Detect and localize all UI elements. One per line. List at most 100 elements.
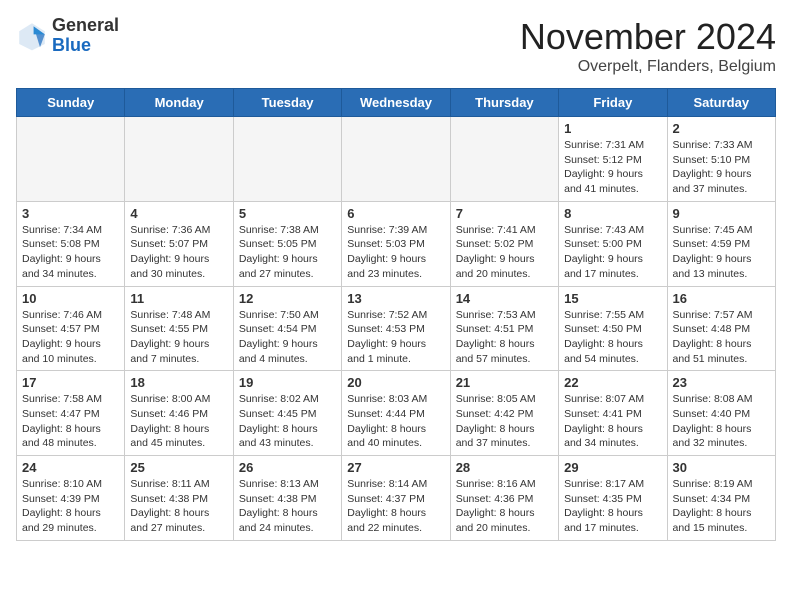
- weekday-header: Sunday: [17, 89, 125, 117]
- day-info: Sunrise: 7:38 AM Sunset: 5:05 PM Dayligh…: [239, 223, 336, 282]
- day-number: 8: [564, 206, 661, 221]
- calendar-cell: 26 Sunrise: 8:13 AM Sunset: 4:38 PM Dayli…: [233, 456, 341, 541]
- calendar-cell: 19 Sunrise: 8:02 AM Sunset: 4:45 PM Dayli…: [233, 371, 341, 456]
- calendar-cell: [233, 117, 341, 202]
- day-number: 12: [239, 291, 336, 306]
- calendar-cell: 1 Sunrise: 7:31 AM Sunset: 5:12 PM Daylig…: [559, 117, 667, 202]
- day-number: 18: [130, 375, 227, 390]
- weekday-header: Monday: [125, 89, 233, 117]
- calendar-cell: 29 Sunrise: 8:17 AM Sunset: 4:35 PM Dayli…: [559, 456, 667, 541]
- calendar-cell: 2 Sunrise: 7:33 AM Sunset: 5:10 PM Daylig…: [667, 117, 775, 202]
- day-number: 26: [239, 460, 336, 475]
- calendar-cell: 3Sunrise: 7:34 AM Sunset: 5:08 PM Daylig…: [17, 201, 125, 286]
- calendar-cell: 4 Sunrise: 7:36 AM Sunset: 5:07 PM Daylig…: [125, 201, 233, 286]
- calendar-cell: 8 Sunrise: 7:43 AM Sunset: 5:00 PM Daylig…: [559, 201, 667, 286]
- day-number: 27: [347, 460, 444, 475]
- day-number: 21: [456, 375, 553, 390]
- calendar-cell: 10 Sunrise: 7:46 AM Sunset: 4:57 PM Dayli…: [17, 286, 125, 371]
- calendar-cell: 15Sunrise: 7:55 AM Sunset: 4:50 PM Dayli…: [559, 286, 667, 371]
- calendar-week-row: 1 Sunrise: 7:31 AM Sunset: 5:12 PM Daylig…: [17, 117, 776, 202]
- calendar-cell: [450, 117, 558, 202]
- day-info: Sunrise: 7:57 AM Sunset: 4:48 PM Dayligh…: [673, 308, 770, 367]
- calendar-cell: 16 Sunrise: 7:57 AM Sunset: 4:48 PM Dayli…: [667, 286, 775, 371]
- calendar-cell: [342, 117, 450, 202]
- calendar-cell: [17, 117, 125, 202]
- weekday-header: Tuesday: [233, 89, 341, 117]
- day-number: 5: [239, 206, 336, 221]
- day-number: 10: [22, 291, 119, 306]
- day-info: Sunrise: 7:58 AM Sunset: 4:47 PM Dayligh…: [22, 392, 119, 451]
- calendar-cell: 22 Sunrise: 8:07 AM Sunset: 4:41 PM Dayli…: [559, 371, 667, 456]
- calendar-cell: 25Sunrise: 8:11 AM Sunset: 4:38 PM Dayli…: [125, 456, 233, 541]
- day-number: 19: [239, 375, 336, 390]
- day-info: Sunrise: 8:14 AM Sunset: 4:37 PM Dayligh…: [347, 477, 444, 536]
- day-number: 14: [456, 291, 553, 306]
- logo-blue: Blue: [52, 36, 119, 56]
- calendar-cell: 17 Sunrise: 7:58 AM Sunset: 4:47 PM Dayli…: [17, 371, 125, 456]
- calendar-cell: 7Sunrise: 7:41 AM Sunset: 5:02 PM Daylig…: [450, 201, 558, 286]
- header: General Blue November 2024 Overpelt, Fla…: [16, 16, 776, 76]
- day-info: Sunrise: 8:00 AM Sunset: 4:46 PM Dayligh…: [130, 392, 227, 451]
- calendar-cell: 27 Sunrise: 8:14 AM Sunset: 4:37 PM Dayli…: [342, 456, 450, 541]
- logo-general: General: [52, 16, 119, 36]
- day-info: Sunrise: 8:03 AM Sunset: 4:44 PM Dayligh…: [347, 392, 444, 451]
- day-info: Sunrise: 8:13 AM Sunset: 4:38 PM Dayligh…: [239, 477, 336, 536]
- logo-icon: [16, 20, 48, 52]
- day-number: 15: [564, 291, 661, 306]
- day-info: Sunrise: 7:43 AM Sunset: 5:00 PM Dayligh…: [564, 223, 661, 282]
- day-info: Sunrise: 7:36 AM Sunset: 5:07 PM Dayligh…: [130, 223, 227, 282]
- day-info: Sunrise: 7:31 AM Sunset: 5:12 PM Dayligh…: [564, 138, 661, 197]
- calendar-week-row: 3Sunrise: 7:34 AM Sunset: 5:08 PM Daylig…: [17, 201, 776, 286]
- calendar-cell: 6 Sunrise: 7:39 AM Sunset: 5:03 PM Daylig…: [342, 201, 450, 286]
- month-title: November 2024: [520, 16, 776, 58]
- day-info: Sunrise: 8:05 AM Sunset: 4:42 PM Dayligh…: [456, 392, 553, 451]
- day-number: 25: [130, 460, 227, 475]
- day-number: 16: [673, 291, 770, 306]
- day-info: Sunrise: 7:45 AM Sunset: 4:59 PM Dayligh…: [673, 223, 770, 282]
- weekday-header: Wednesday: [342, 89, 450, 117]
- logo: General Blue: [16, 16, 119, 56]
- day-number: 30: [673, 460, 770, 475]
- day-info: Sunrise: 7:52 AM Sunset: 4:53 PM Dayligh…: [347, 308, 444, 367]
- calendar-cell: 11Sunrise: 7:48 AM Sunset: 4:55 PM Dayli…: [125, 286, 233, 371]
- location-title: Overpelt, Flanders, Belgium: [520, 58, 776, 76]
- calendar-cell: 28 Sunrise: 8:16 AM Sunset: 4:36 PM Dayli…: [450, 456, 558, 541]
- day-number: 6: [347, 206, 444, 221]
- calendar-table: SundayMondayTuesdayWednesdayThursdayFrid…: [16, 88, 776, 541]
- day-number: 1: [564, 121, 661, 136]
- weekday-header: Saturday: [667, 89, 775, 117]
- day-number: 2: [673, 121, 770, 136]
- calendar-cell: 12 Sunrise: 7:50 AM Sunset: 4:54 PM Dayli…: [233, 286, 341, 371]
- day-number: 9: [673, 206, 770, 221]
- day-info: Sunrise: 8:07 AM Sunset: 4:41 PM Dayligh…: [564, 392, 661, 451]
- weekday-header: Thursday: [450, 89, 558, 117]
- day-info: Sunrise: 8:08 AM Sunset: 4:40 PM Dayligh…: [673, 392, 770, 451]
- calendar-cell: 24 Sunrise: 8:10 AM Sunset: 4:39 PM Dayli…: [17, 456, 125, 541]
- day-info: Sunrise: 8:10 AM Sunset: 4:39 PM Dayligh…: [22, 477, 119, 536]
- calendar-cell: 23 Sunrise: 8:08 AM Sunset: 4:40 PM Dayli…: [667, 371, 775, 456]
- day-info: Sunrise: 7:50 AM Sunset: 4:54 PM Dayligh…: [239, 308, 336, 367]
- day-info: Sunrise: 7:33 AM Sunset: 5:10 PM Dayligh…: [673, 138, 770, 197]
- day-number: 20: [347, 375, 444, 390]
- day-info: Sunrise: 7:39 AM Sunset: 5:03 PM Dayligh…: [347, 223, 444, 282]
- calendar-week-row: 10 Sunrise: 7:46 AM Sunset: 4:57 PM Dayli…: [17, 286, 776, 371]
- day-number: 24: [22, 460, 119, 475]
- day-info: Sunrise: 8:17 AM Sunset: 4:35 PM Dayligh…: [564, 477, 661, 536]
- day-info: Sunrise: 8:02 AM Sunset: 4:45 PM Dayligh…: [239, 392, 336, 451]
- day-number: 7: [456, 206, 553, 221]
- day-number: 4: [130, 206, 227, 221]
- calendar-week-row: 17 Sunrise: 7:58 AM Sunset: 4:47 PM Dayli…: [17, 371, 776, 456]
- day-number: 22: [564, 375, 661, 390]
- weekday-header-row: SundayMondayTuesdayWednesdayThursdayFrid…: [17, 89, 776, 117]
- day-number: 17: [22, 375, 119, 390]
- day-number: 29: [564, 460, 661, 475]
- day-info: Sunrise: 8:16 AM Sunset: 4:36 PM Dayligh…: [456, 477, 553, 536]
- calendar-cell: 13Sunrise: 7:52 AM Sunset: 4:53 PM Dayli…: [342, 286, 450, 371]
- day-number: 23: [673, 375, 770, 390]
- calendar-week-row: 24 Sunrise: 8:10 AM Sunset: 4:39 PM Dayli…: [17, 456, 776, 541]
- day-info: Sunrise: 7:46 AM Sunset: 4:57 PM Dayligh…: [22, 308, 119, 367]
- calendar-cell: 5 Sunrise: 7:38 AM Sunset: 5:05 PM Daylig…: [233, 201, 341, 286]
- calendar-cell: 20 Sunrise: 8:03 AM Sunset: 4:44 PM Dayli…: [342, 371, 450, 456]
- day-info: Sunrise: 7:34 AM Sunset: 5:08 PM Dayligh…: [22, 223, 119, 282]
- day-number: 28: [456, 460, 553, 475]
